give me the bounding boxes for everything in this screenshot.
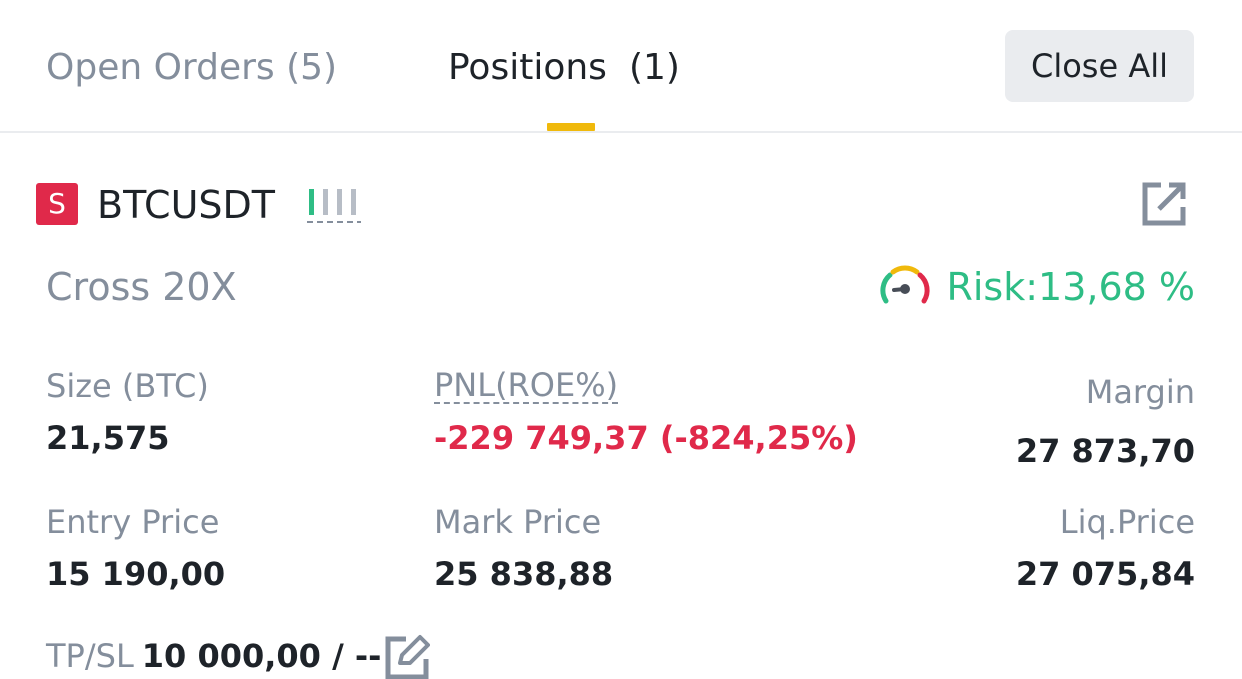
mark-price-label: Mark Price bbox=[434, 503, 602, 541]
entry-price-label: Entry Price bbox=[46, 503, 220, 541]
share-icon[interactable] bbox=[1141, 181, 1187, 227]
edit-icon[interactable] bbox=[384, 633, 430, 679]
active-tab-indicator bbox=[547, 123, 595, 131]
mark-price-value: 25 838,88 bbox=[434, 555, 614, 593]
margin-label: Margin bbox=[1085, 373, 1195, 411]
size-value: 21,575 bbox=[46, 419, 170, 457]
symbol-name[interactable]: BTCUSDT bbox=[97, 182, 275, 228]
side-badge: S bbox=[36, 183, 78, 225]
risk-ratio: Risk:13,68 % bbox=[946, 265, 1195, 309]
signal-bars-icon[interactable] bbox=[306, 187, 362, 225]
close-all-button[interactable]: Close All bbox=[1005, 30, 1194, 102]
margin-value: 27 873,70 bbox=[1015, 432, 1195, 470]
liq-price-label: Liq.Price bbox=[1059, 503, 1195, 541]
tab-positions-label: Positions bbox=[448, 47, 607, 88]
tab-positions-count: (1) bbox=[628, 47, 680, 88]
tab-open-orders[interactable]: Open Orders (5) bbox=[46, 46, 337, 90]
size-label: Size (BTC) bbox=[46, 367, 209, 405]
tpsl-label: TP/SL bbox=[46, 637, 134, 675]
pnl-value: -229 749,37 (-824,25%) bbox=[434, 419, 858, 457]
tpsl-value: 10 000,00 / -- bbox=[141, 637, 382, 675]
risk-gauge-icon bbox=[880, 265, 930, 304]
liq-price-value: 27 075,84 bbox=[1015, 555, 1195, 593]
margin-mode[interactable]: Cross 20X bbox=[46, 264, 237, 310]
tabs-bar: Open Orders (5) Positions (1) Close All bbox=[0, 0, 1242, 133]
pnl-label[interactable]: PNL(ROE%) bbox=[434, 368, 619, 404]
entry-price-value: 15 190,00 bbox=[46, 555, 226, 593]
tpsl-row: TP/SL 10 000,00 / -- bbox=[46, 636, 381, 676]
tab-positions[interactable]: Positions (1) bbox=[448, 46, 680, 90]
